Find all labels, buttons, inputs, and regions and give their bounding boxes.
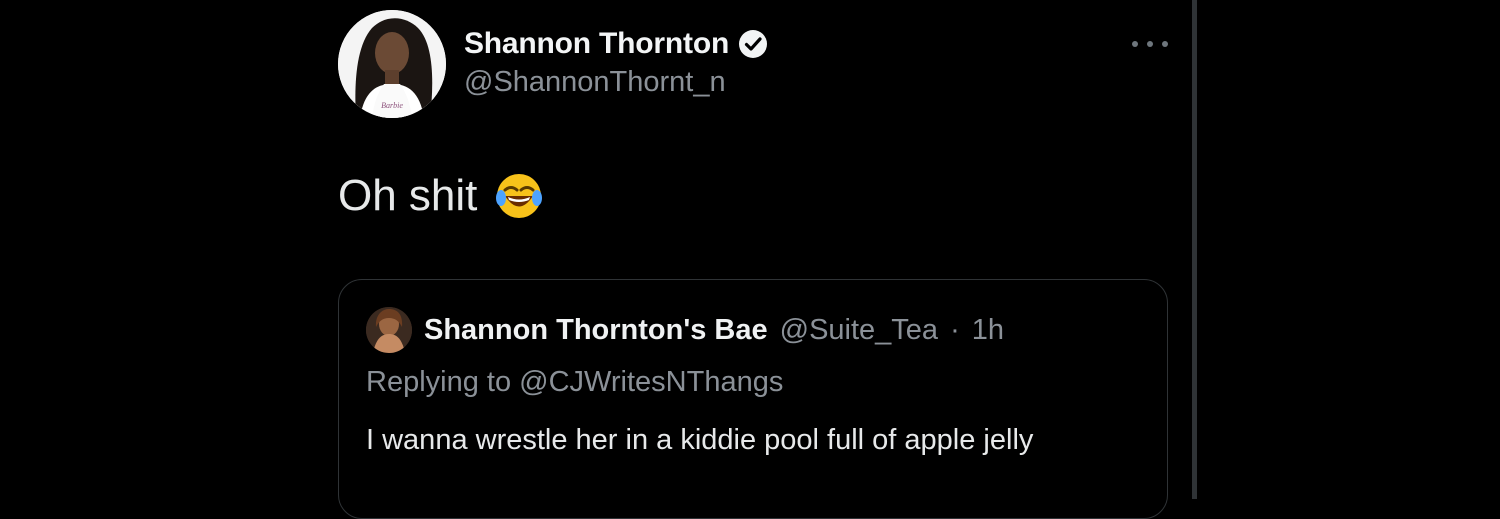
tweet[interactable]: Barbie Shannon Thornton @ShannonThornt_n… [338, 0, 1170, 519]
replying-to-line[interactable]: Replying to @CJWritesNThangs [366, 366, 783, 399]
column-divider [1192, 0, 1197, 499]
quoted-tweet-header: Shannon Thornton's Bae @Suite_Tea · 1h [366, 307, 1004, 353]
quoted-author-name[interactable]: Shannon Thornton's Bae [424, 314, 768, 347]
tweet-author[interactable]: Shannon Thornton @ShannonThornt_n [464, 24, 769, 99]
face-with-tears-of-joy-icon [493, 170, 545, 222]
quoted-tweet-time[interactable]: 1h [972, 314, 1004, 347]
profile-photo: Barbie [338, 10, 446, 118]
tweet-text: Oh shit [338, 168, 545, 224]
author-name[interactable]: Shannon Thornton [464, 27, 729, 61]
svg-text:Barbie: Barbie [381, 101, 403, 110]
author-handle[interactable]: @ShannonThornt_n [464, 66, 769, 99]
quoted-author-handle[interactable]: @Suite_Tea [780, 314, 938, 347]
tweet-text-content: Oh shit [338, 171, 478, 220]
timestamp-separator: · [950, 313, 960, 346]
quoted-tweet-avatar[interactable] [366, 307, 412, 353]
more-options-icon[interactable] [1132, 34, 1168, 54]
quoted-tweet-text: I wanna wrestle her in a kiddie pool ful… [366, 424, 1034, 456]
verified-badge-icon [737, 28, 769, 60]
avatar[interactable]: Barbie [338, 10, 446, 118]
